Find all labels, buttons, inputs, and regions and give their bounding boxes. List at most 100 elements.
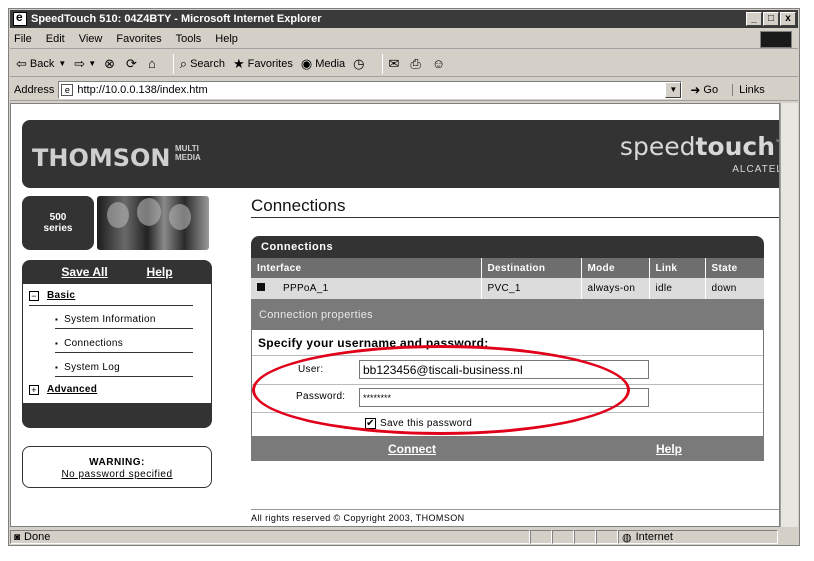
- back-label: Back: [29, 57, 55, 70]
- cell-link: idle: [649, 278, 706, 299]
- menu-tools[interactable]: Tools: [176, 33, 202, 45]
- speedtouch-logo: speedtouch™: [619, 132, 779, 161]
- save-password-checkbox[interactable]: ✔: [365, 418, 376, 429]
- expand-icon[interactable]: +: [29, 385, 39, 395]
- status-segment: [552, 530, 574, 544]
- refresh-button[interactable]: ⟳: [126, 56, 140, 72]
- table-row[interactable]: PPPoA_1 PVC_1 always-on idle down: [251, 278, 764, 299]
- user-input[interactable]: [359, 360, 649, 379]
- save-all-link[interactable]: Save All: [61, 265, 107, 279]
- footer-divider: [251, 509, 779, 510]
- connections-table: Interface Destination Mode Link State PP…: [251, 258, 764, 299]
- credentials-instruction: Specify your username and password:: [258, 336, 489, 350]
- alcatel-logo: ALCATEL: [732, 164, 780, 175]
- address-input[interactable]: e http://10.0.0.138/index.htm ▼: [58, 80, 683, 99]
- nav-item-system-information[interactable]: System Information: [55, 314, 193, 329]
- forward-arrow-icon: ⇨: [74, 55, 86, 71]
- warning-title: WARNING:: [89, 457, 145, 468]
- go-label: Go: [703, 83, 719, 96]
- multimedia-logo: MULTI MEDIA: [175, 144, 201, 162]
- address-dropdown-icon[interactable]: ▼: [665, 81, 682, 98]
- go-button[interactable]: ➜ Go: [690, 83, 718, 97]
- menu-favorites[interactable]: Favorites: [116, 33, 161, 45]
- menu-help[interactable]: Help: [215, 33, 238, 45]
- nav-help-link[interactable]: Help: [147, 265, 173, 279]
- user-label: User:: [298, 364, 324, 375]
- menu-edit[interactable]: Edit: [46, 33, 65, 45]
- cell-interface: PPPoA_1: [251, 278, 482, 299]
- refresh-icon: ⟳: [126, 55, 137, 71]
- forward-button[interactable]: ⇨ ▼: [74, 56, 96, 72]
- links-button[interactable]: Links: [732, 83, 765, 96]
- face-shape: [169, 204, 191, 230]
- home-icon: ⌂: [147, 56, 156, 71]
- browser-window: SpeedTouch 510: 04Z4BTY - Microsoft Inte…: [8, 8, 800, 546]
- form-divider: [252, 384, 763, 385]
- favorites-button[interactable]: ★ Favorites: [233, 56, 293, 72]
- status-segment: [530, 530, 552, 544]
- menu-view[interactable]: View: [79, 33, 103, 45]
- page-title: Connections: [251, 196, 346, 215]
- page-done-icon: ◙: [14, 531, 21, 543]
- nav-item-system-log[interactable]: System Log: [55, 362, 193, 377]
- collapse-icon[interactable]: −: [29, 291, 39, 301]
- password-label: Password:: [296, 391, 346, 402]
- windows-logo-icon: [760, 31, 792, 48]
- dropdown-arrow-icon: ▼: [58, 59, 67, 68]
- stop-button[interactable]: ⊗: [104, 56, 118, 72]
- stop-icon: ⊗: [104, 55, 116, 71]
- search-icon: ⌕: [179, 55, 188, 71]
- messenger-button[interactable]: ☺: [432, 56, 448, 71]
- history-button[interactable]: ◷: [353, 56, 367, 72]
- status-segment: [596, 530, 618, 544]
- people-photo: [97, 196, 209, 250]
- warning-message-link[interactable]: No password specified: [23, 469, 211, 481]
- toolbar-separator: [381, 53, 383, 74]
- ie-icon: [13, 10, 27, 26]
- minimize-button[interactable]: _: [746, 12, 762, 26]
- vertical-scrollbar[interactable]: [780, 103, 798, 527]
- password-input[interactable]: [359, 388, 649, 407]
- back-button[interactable]: ⇦ Back ▼: [16, 56, 66, 72]
- home-button[interactable]: ⌂: [148, 56, 159, 71]
- page-viewport: THOMSON MULTIMEDIA speedtouch™ ALCATEL 5…: [10, 103, 780, 527]
- col-destination: Destination: [481, 258, 582, 278]
- connect-link[interactable]: Connect: [388, 442, 436, 456]
- search-label: Search: [190, 57, 225, 70]
- nav-basic[interactable]: − Basic: [29, 290, 75, 301]
- maximize-button[interactable]: □: [763, 12, 779, 26]
- panel-actions: Connect Help: [251, 437, 764, 461]
- panel-help-link[interactable]: Help: [656, 442, 682, 456]
- form-divider: [252, 412, 763, 413]
- cell-mode: always-on: [581, 278, 650, 299]
- connections-panel: Connections Interface Destination Mode L…: [251, 236, 764, 461]
- messenger-icon: ☺: [431, 56, 446, 71]
- close-button[interactable]: x: [780, 12, 796, 26]
- search-button[interactable]: ⌕ Search: [180, 56, 225, 72]
- media-icon: ◉: [300, 55, 313, 71]
- nav-advanced[interactable]: + Advanced: [29, 384, 97, 395]
- save-password-label: Save this password: [380, 418, 473, 429]
- print-button[interactable]: ⎙: [410, 56, 423, 72]
- toolbar: ⇦ Back ▼ ⇨ ▼ ⊗ ⟳ ⌂ ⌕ Search ★ Favorites …: [10, 51, 798, 77]
- col-mode: Mode: [581, 258, 650, 278]
- table-header-row: Interface Destination Mode Link State: [251, 258, 764, 278]
- nav-footer: [22, 404, 212, 428]
- nav-item-connections[interactable]: Connections: [55, 338, 193, 353]
- status-text: Done: [24, 531, 51, 543]
- title-divider: [251, 217, 779, 218]
- back-arrow-icon: ⇦: [16, 55, 27, 71]
- title-bar: SpeedTouch 510: 04Z4BTY - Microsoft Inte…: [10, 10, 798, 28]
- mail-button[interactable]: ✉: [389, 56, 403, 72]
- window-title: SpeedTouch 510: 04Z4BTY - Microsoft Inte…: [31, 13, 322, 25]
- favorites-label: Favorites: [247, 57, 293, 70]
- media-button[interactable]: ◉ Media: [301, 56, 345, 72]
- mail-icon: ✉: [388, 55, 400, 71]
- menu-bar: File Edit View Favorites Tools Help: [10, 30, 798, 49]
- print-icon: ⎙: [410, 55, 421, 71]
- favorites-icon: ★: [232, 55, 245, 71]
- menu-file[interactable]: File: [14, 33, 32, 45]
- status-text-segment: ◙ Done: [10, 530, 530, 544]
- status-bar: ◙ Done ◍ Internet: [10, 529, 798, 545]
- address-label: Address: [14, 83, 55, 96]
